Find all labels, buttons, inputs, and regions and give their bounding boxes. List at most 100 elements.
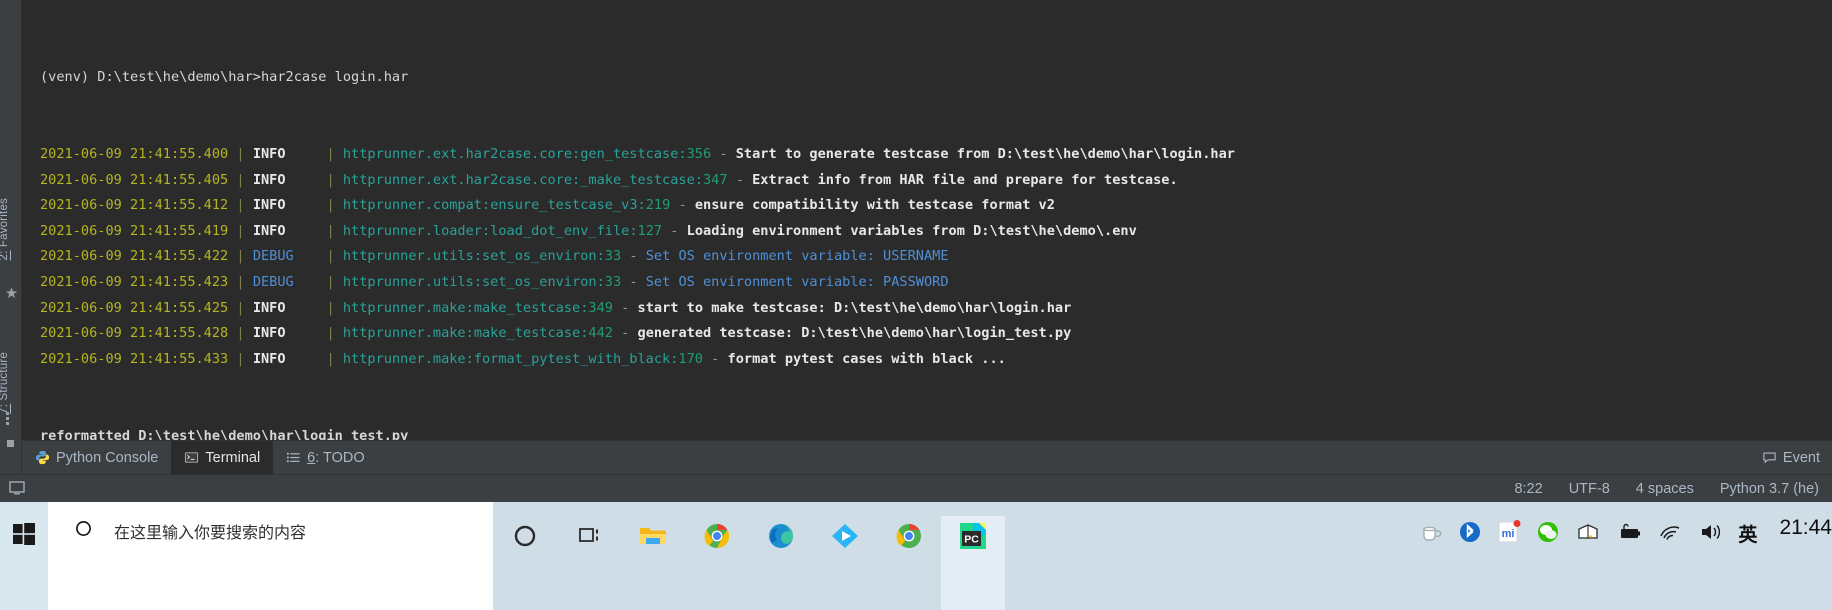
log-dash: - [670, 197, 695, 214]
status-caret-position[interactable]: 8:22 [1501, 481, 1555, 497]
taskbar-file-explorer-button[interactable] [621, 516, 685, 610]
sidebar-item-favorites[interactable]: 2: Favorites [0, 198, 20, 261]
log-lineno: 170 [678, 350, 703, 367]
status-interpreter[interactable]: Python 3.7 (he) [1707, 481, 1832, 497]
start-button[interactable] [0, 502, 48, 610]
tea-cup-icon[interactable] [1418, 520, 1444, 546]
favorites-label: Favorites [0, 198, 10, 248]
log-function: set_os_environ [482, 248, 597, 265]
wifi-icon[interactable] [1658, 520, 1684, 544]
chrome2-icon [896, 524, 921, 548]
tab-terminal[interactable]: Terminal [171, 441, 274, 474]
black-output-list: reformatted D:\test\he\demo\har\login_te… [40, 424, 1832, 441]
log-line: 2021-06-09 21:41:55.419 | INFO | httprun… [40, 222, 1137, 239]
log-separator: | [228, 171, 253, 188]
log-message: Set OS environment variable: PASSWORD [645, 273, 949, 290]
taskbar-chrome2-button[interactable] [877, 516, 941, 610]
taskbar-task-view-button[interactable] [557, 516, 621, 610]
windows-logo-icon [13, 523, 35, 545]
log-function: gen_testcase [580, 145, 679, 162]
tab-todo-label-rest: : TODO [315, 449, 365, 466]
log-module: httprunner.make [342, 350, 466, 367]
volume-icon[interactable] [1698, 520, 1724, 544]
log-message: Extract info from HAR file and prepare f… [752, 171, 1178, 188]
log-level: DEBUG [252, 248, 319, 265]
log-dash: - [612, 325, 638, 342]
mi-app-icon[interactable]: mi [1496, 520, 1522, 544]
taskbar-pycharm-button[interactable]: PC [941, 516, 1005, 610]
tab-todo-label: 6: TODO [307, 450, 365, 466]
tab-python-console[interactable]: Python Console [22, 441, 171, 474]
tab-terminal-label: Terminal [205, 449, 261, 466]
log-function: _make_testcase [580, 171, 695, 188]
log-separator: | [318, 171, 343, 188]
square-icon[interactable] [7, 440, 14, 447]
log-line: 2021-06-09 21:41:55.405 | INFO | httprun… [40, 171, 1178, 188]
log-dash: - [727, 171, 753, 188]
log-module: httprunner.ext.har2case.core [342, 171, 573, 188]
balloon-icon [1763, 452, 1776, 464]
edge-icon [769, 524, 793, 548]
file-explorer-icon [640, 528, 666, 544]
search-icon [76, 521, 91, 536]
terminal-command-line: (venv) D:\test\he\demo\har>har2case logi… [40, 65, 1832, 91]
black-output-text: reformatted D:\test\he\demo\har\login_te… [40, 427, 409, 441]
log-line: 2021-06-09 21:41:55.400 | INFO | httprun… [40, 145, 1235, 162]
onedrive-cloud-icon[interactable] [1576, 520, 1602, 544]
log-separator: | [318, 222, 343, 239]
system-tray: mi 英 [1418, 502, 1757, 547]
list-icon[interactable] [6, 412, 15, 425]
log-message: Set OS environment variable: USERNAME [645, 248, 949, 265]
wechat-icon[interactable] [1536, 520, 1562, 544]
event-log-label: Event [1782, 449, 1820, 466]
log-level: INFO [252, 145, 319, 162]
log-message: Loading environment variables from D:\te… [686, 222, 1137, 239]
log-lineno: 349 [588, 299, 613, 316]
log-separator: | [318, 248, 343, 265]
taskbar-app-icons: PC [493, 502, 1005, 610]
tab-bar-spacer [378, 441, 1752, 474]
event-log-button[interactable]: Event [1752, 441, 1832, 474]
log-module: httprunner.compat [342, 197, 482, 214]
sidebar-item-structure[interactable]: 7: Structure [0, 352, 20, 414]
log-dash: - [662, 222, 687, 239]
taskbar-chrome-button[interactable] [685, 516, 749, 610]
log-separator: | [228, 325, 253, 342]
log-function: load_dot_env_file [490, 222, 630, 239]
log-level: INFO [252, 222, 319, 239]
log-line-list: 2021-06-09 21:41:55.400 | INFO | httprun… [40, 142, 1832, 372]
log-separator: | [228, 197, 253, 214]
star-icon[interactable]: ★ [4, 286, 19, 301]
taskbar-clock[interactable]: 21:44 [1779, 502, 1832, 540]
log-module: httprunner.make [342, 325, 466, 342]
taskbar-media-player-button[interactable] [813, 516, 877, 610]
log-timestamp: 2021-06-09 21:41:55.428 [40, 325, 229, 342]
log-module: httprunner.utils [342, 273, 474, 290]
taskbar-cortana-button[interactable] [493, 516, 557, 610]
todo-icon [287, 452, 300, 463]
log-function: ensure_testcase_v3 [490, 197, 638, 214]
log-timestamp: 2021-06-09 21:41:55.423 [40, 273, 229, 290]
log-dash: - [612, 299, 638, 316]
log-lineno: 356 [686, 145, 712, 162]
log-function: format_pytest_with_black [473, 350, 671, 367]
left-tool-strip: 2: Favorites ★ 7: Structure [0, 0, 22, 545]
status-encoding[interactable]: UTF-8 [1556, 481, 1623, 497]
log-lineno: 347 [702, 171, 728, 188]
log-dash: - [621, 248, 646, 265]
battery-icon[interactable] [1616, 520, 1644, 544]
taskbar-edge-button[interactable] [749, 516, 813, 610]
tab-todo[interactable]: 6: TODO [273, 441, 378, 474]
svg-text:mi: mi [1502, 528, 1515, 540]
bluetooth-icon[interactable] [1458, 520, 1482, 544]
taskbar-search-box[interactable]: 在这里输入你要搜索的内容 [48, 502, 493, 610]
log-separator: | [318, 325, 343, 342]
log-timestamp: 2021-06-09 21:41:55.400 [40, 145, 229, 162]
status-indent[interactable]: 4 spaces [1623, 481, 1707, 497]
monitor-icon[interactable] [8, 480, 28, 498]
ime-indicator[interactable]: 英 [1738, 520, 1757, 547]
log-lineno: 127 [637, 222, 663, 239]
structure-label: Structure [0, 352, 10, 401]
log-line: 2021-06-09 21:41:55.422 | DEBUG | httpru… [40, 248, 949, 265]
terminal-output[interactable]: (venv) D:\test\he\demo\har>har2case logi… [22, 0, 1832, 440]
